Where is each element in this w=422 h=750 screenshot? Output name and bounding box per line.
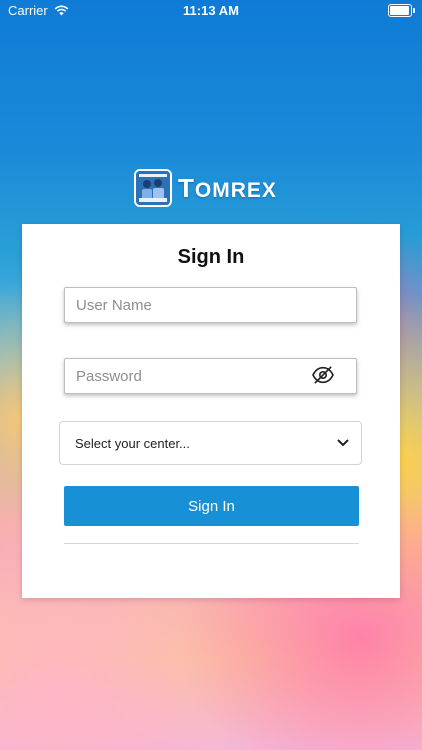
sign-in-card: Sign In Select your center... Sign In (22, 224, 400, 598)
username-input[interactable] (64, 287, 357, 323)
logo-mark-icon (134, 169, 172, 207)
battery-icon (388, 4, 415, 17)
brand-name: TOMREX (178, 173, 277, 204)
center-select[interactable]: Select your center... (59, 421, 362, 465)
brand-initial: T (178, 172, 195, 203)
brand-rest: OMREX (194, 178, 277, 202)
center-select-value: Select your center... (75, 436, 190, 451)
sign-in-button[interactable]: Sign In (64, 486, 359, 526)
chevron-down-icon (337, 439, 349, 447)
status-bar: Carrier 11:13 AM (0, 0, 422, 22)
divider (64, 543, 359, 544)
status-time: 11:13 AM (183, 3, 239, 18)
card-title: Sign In (177, 246, 245, 268)
eye-off-icon[interactable] (312, 365, 334, 385)
brand-logo: TOMREX (134, 169, 277, 207)
